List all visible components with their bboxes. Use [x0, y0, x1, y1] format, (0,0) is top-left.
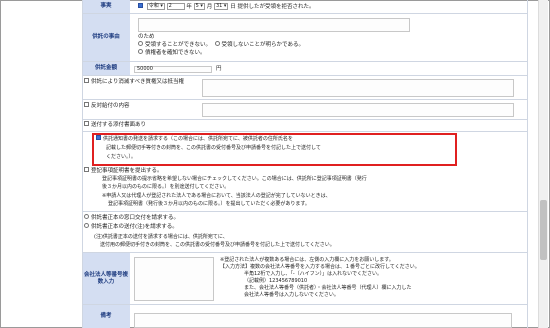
kyotaku-jiyu-row: 供託の事由 のため 受領することができない。 受領しないことが明らかである。 債…: [82, 14, 528, 62]
form-left-border: [82, 0, 83, 328]
kaisha-label: 会社法人等番号複数入力: [82, 253, 130, 304]
era-select[interactable]: 令和 ▾: [146, 3, 165, 10]
kingaku-unit: 円: [216, 66, 222, 72]
jijitsu-checkbox[interactable]: [138, 3, 143, 8]
toki-divider: [82, 211, 528, 212]
shosho-note-2: 送付用の郵便切手付きの封筒を、この供託書の受付番号及び申請番号を付記した上で送付…: [100, 242, 335, 248]
toki-line-3: ※申請人又は代理人が登記された法人である場合において、当該法人の登記が完了してい…: [102, 193, 331, 199]
kaisha-textarea[interactable]: [134, 257, 214, 301]
kaisha-note-2: 【入力方法】複数の会社法人等番号を入力する場合は、１番号ごとに改行してください。: [220, 264, 420, 270]
tenpu-row: 送付する添付書面あり: [82, 120, 528, 132]
jiyu-radio-2[interactable]: [214, 41, 220, 46]
day-select[interactable]: 31 ▾: [213, 3, 229, 10]
highlight-box: [92, 133, 457, 166]
kingaku-input[interactable]: 50000: [134, 66, 212, 73]
toki-title-line: 登記事項証明書を提出する。: [84, 167, 163, 175]
year-input[interactable]: 2: [166, 3, 185, 10]
toki-title: 登記事項証明書を提出する。: [91, 168, 163, 174]
tenpu-text: 送付する添付書面あり: [91, 122, 147, 128]
biko-textarea[interactable]: [134, 313, 512, 328]
kaisha-note-1: ※登記された法人が複数ある場合には、左側の入力欄に入力をお願いします。: [220, 257, 394, 263]
jijitsu-row: 事実 令和 ▾ 2 年 5 ▾ 月 31 ▾ 日 提供したが受領を拒否された。: [82, 0, 528, 14]
month-unit: 月: [206, 4, 213, 10]
shosho-radio-2[interactable]: [84, 223, 89, 228]
form-right-border: [527, 0, 528, 328]
toki-line-4: 登記事項証明書（発行後３か月以内のものに限る。）を提出していただく必要があります…: [108, 201, 310, 207]
kaisha-note-6: 会社法人等番号は入力しないでください。: [244, 292, 339, 298]
kyotaku-jiyu-label: 供託の事由: [82, 14, 130, 61]
hantai-textarea[interactable]: [202, 103, 514, 117]
jiyu-textarea[interactable]: [138, 18, 410, 32]
month-value: 5: [195, 3, 199, 9]
kaisha-note-4: （記載例）123456789010: [244, 278, 308, 284]
shometsu-textarea[interactable]: [202, 79, 514, 97]
jiyu-options-line1: 受領することができない。 受領しないことが明らかである。: [138, 41, 304, 49]
jiyu-tame: のため: [138, 34, 155, 40]
year-unit: 年: [186, 4, 192, 10]
shosho-radio-1[interactable]: [84, 214, 89, 219]
jijitsu-suffix: 提供したが受領を拒否された。: [237, 4, 315, 10]
hantai-label: 反対給付の内容: [82, 100, 200, 119]
hantai-checkbox[interactable]: [84, 102, 89, 107]
kaisha-row: 会社法人等番号複数入力 ※登記された法人が複数ある場合には、左側の入力欄に入力を…: [82, 253, 528, 305]
shosho-note-1: (注)供託書正本の送付を請求する場合には、供託所宛てに、: [94, 234, 228, 240]
jiyu-radio-1[interactable]: [138, 41, 143, 46]
toki-line-2: 後３か月以内のものに限る。）を別途送付してください。: [102, 184, 230, 190]
shosho-opt1-line: 供託書正本の窓口交付を請求する。: [84, 214, 180, 222]
kaisha-note-5: また、会社法人等番号（供託者）・会社法人等番号（代理人）欄に入力した: [244, 285, 412, 291]
shometsu-row: 供託により消滅すべき質権又は抵当権: [82, 76, 528, 100]
shosho-opt1-label: 供託書正本の窓口交付を請求する。: [91, 215, 180, 221]
kingaku-label: 供託金額: [82, 62, 130, 75]
era-value: 令和: [148, 3, 159, 9]
kaisha-note-3: 半角12桁で入力し、「-（ハイフン）」は入れないでください。: [244, 271, 383, 277]
shometsu-text: 供託により消滅すべき質権又は抵当権: [91, 79, 185, 85]
jiyu-options-line2: 債権者を確知できない。: [138, 49, 206, 57]
biko-row: 備考: [82, 305, 528, 328]
scrollbar[interactable]: [538, 0, 548, 328]
day-unit: 日: [230, 4, 236, 10]
shometsu-label: 供託により消滅すべき質権又は抵当権: [82, 76, 200, 99]
shometsu-checkbox[interactable]: [84, 78, 89, 83]
biko-label: 備考: [82, 305, 130, 328]
month-select[interactable]: 5 ▾: [193, 3, 205, 10]
hantai-row: 反対給付の内容: [82, 100, 528, 120]
jiyu-option-2-label: 受領しないことが明らかである。: [221, 42, 304, 48]
jiyu-option-3-label: 債権者を確知できない。: [145, 50, 206, 56]
toki-checkbox[interactable]: [84, 167, 89, 172]
jijitsu-label: 事実: [82, 0, 130, 13]
toki-line-1: 登記事項証明書の提示省略を希望しない場合にチェックしてください。この場合には、供…: [102, 176, 367, 182]
tenpu-checkbox[interactable]: [84, 121, 89, 126]
scrollbar-thumb[interactable]: [540, 200, 547, 260]
jiyu-radio-3[interactable]: [138, 49, 143, 54]
shosho-opt2-label: 供託書正本の送付(注)を請求する。: [91, 224, 178, 230]
jiyu-option-1-label: 受領することができない。: [145, 42, 212, 48]
jijitsu-date-line: 令和 ▾ 2 年 5 ▾ 月 31 ▾ 日 提供したが受領を拒否された。: [138, 3, 314, 11]
shosho-opt2-line: 供託書正本の送付(注)を請求する。: [84, 223, 178, 231]
day-value: 31: [215, 3, 223, 9]
tenpu-line: 送付する添付書面あり: [84, 121, 147, 129]
kingaku-row: 供託金額 50000 円: [82, 62, 528, 76]
hantai-text: 反対給付の内容: [91, 103, 130, 109]
